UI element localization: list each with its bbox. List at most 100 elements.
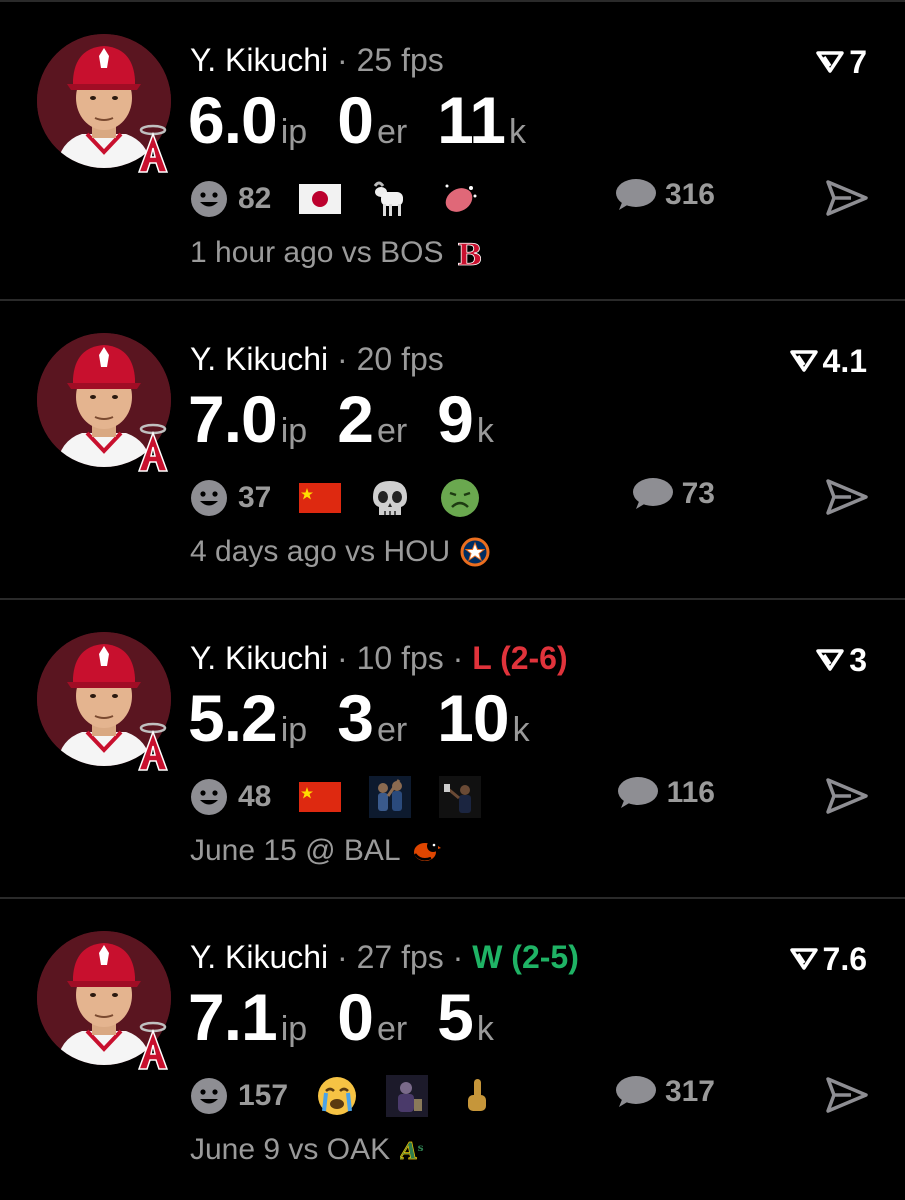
fps-label: 20 fps bbox=[356, 341, 444, 377]
athletics-logo-icon: A s bbox=[400, 1133, 430, 1167]
score-value: 7.6 bbox=[822, 941, 867, 977]
title-line: Y. Kikuchi · 25 fps bbox=[190, 40, 444, 80]
reactions-row: 37 bbox=[190, 473, 509, 523]
china-flag-icon[interactable] bbox=[299, 776, 342, 818]
skull-icon[interactable] bbox=[369, 477, 411, 519]
player-name[interactable]: Y. Kikuchi bbox=[190, 939, 328, 975]
strikeouts-unit: k bbox=[476, 1010, 494, 1048]
innings-value: 6.0 bbox=[188, 83, 278, 157]
japan-flag-icon[interactable] bbox=[299, 178, 342, 220]
reaction-count: 48 bbox=[238, 780, 272, 813]
game-result: W (2-5) bbox=[472, 939, 579, 975]
innings-unit: ip bbox=[280, 1010, 308, 1048]
player-selfie-icon[interactable] bbox=[439, 776, 482, 818]
goat-icon[interactable] bbox=[369, 178, 411, 220]
angels-logo-icon bbox=[137, 423, 169, 472]
comments-button[interactable]: 73 bbox=[630, 475, 715, 513]
reaction-count: 37 bbox=[238, 481, 272, 514]
stat-line: 7.1 ip 0 er 5 k bbox=[188, 979, 524, 1059]
game-card[interactable]: Y. Kikuchi · 20 fps 4.1 7.0 ip 2 er 9 k … bbox=[0, 299, 905, 598]
score-value: 3 bbox=[849, 642, 867, 678]
player-name[interactable]: Y. Kikuchi bbox=[190, 42, 328, 78]
smile-react-icon[interactable] bbox=[190, 778, 228, 816]
players-celebrating-icon[interactable] bbox=[369, 776, 412, 818]
game-card[interactable]: Y. Kikuchi · 10 fps · L (2-6) 3 5.2 ip 3… bbox=[0, 598, 905, 897]
strikeouts-value: 10 bbox=[437, 681, 509, 755]
game-meta: June 15 @ BAL bbox=[190, 834, 441, 868]
fps-label: 25 fps bbox=[356, 42, 444, 78]
game-time-opponent: 1 hour ago vs BOS bbox=[190, 236, 444, 269]
game-time-opponent: June 9 vs OAK bbox=[190, 1133, 391, 1166]
earned-runs-value: 0 bbox=[337, 980, 374, 1054]
comment-count: 316 bbox=[664, 178, 715, 211]
player-name[interactable]: Y. Kikuchi bbox=[190, 341, 328, 377]
comment-icon bbox=[615, 179, 656, 210]
game-meta: June 9 vs OAK A s bbox=[190, 1133, 430, 1167]
innings-value: 5.2 bbox=[188, 681, 278, 755]
separator: · bbox=[452, 640, 464, 676]
angels-logo-icon bbox=[137, 124, 169, 173]
sparkling-heart-icon[interactable] bbox=[439, 178, 481, 220]
comment-icon bbox=[615, 1076, 656, 1107]
earned-runs-value: 0 bbox=[337, 83, 374, 157]
comment-count: 317 bbox=[664, 1075, 715, 1108]
score-value: 7 bbox=[849, 44, 867, 80]
astros-logo-icon bbox=[460, 535, 490, 569]
angels-logo-icon bbox=[137, 1021, 169, 1070]
svg-text:A: A bbox=[400, 1138, 418, 1165]
game-card[interactable]: Y. Kikuchi · 25 fps 7 6.0 ip 0 er 11 k 8… bbox=[0, 0, 905, 299]
smile-react-icon[interactable] bbox=[190, 1077, 228, 1115]
earned-runs-value: 3 bbox=[337, 681, 374, 755]
china-flag-icon[interactable] bbox=[299, 477, 342, 519]
score: 7 bbox=[815, 42, 867, 82]
stat-line: 5.2 ip 3 er 10 k bbox=[188, 680, 560, 760]
score-icon bbox=[816, 51, 844, 73]
strikeouts-value: 5 bbox=[437, 980, 474, 1054]
innings-unit: ip bbox=[280, 711, 308, 749]
middle-finger-icon[interactable] bbox=[456, 1075, 498, 1117]
smile-react-icon[interactable] bbox=[190, 479, 228, 517]
svg-text:B: B bbox=[457, 238, 481, 270]
separator: · bbox=[337, 341, 348, 377]
stat-line: 7.0 ip 2 er 9 k bbox=[188, 381, 524, 461]
game-result: L (2-6) bbox=[472, 640, 568, 676]
crying-face-icon[interactable] bbox=[316, 1075, 358, 1117]
comment-icon bbox=[632, 478, 673, 509]
share-icon[interactable] bbox=[825, 178, 869, 218]
separator: · bbox=[452, 939, 464, 975]
innings-unit: ip bbox=[280, 113, 308, 151]
share-icon[interactable] bbox=[825, 776, 869, 816]
reaction-count: 157 bbox=[238, 1079, 289, 1112]
score-icon bbox=[789, 948, 818, 970]
game-card[interactable]: Y. Kikuchi · 27 fps · W (2-5) 7.6 7.1 ip… bbox=[0, 897, 905, 1196]
player-name[interactable]: Y. Kikuchi bbox=[190, 640, 328, 676]
reactions-row: 157 bbox=[190, 1071, 526, 1121]
game-meta: 4 days ago vs HOU bbox=[190, 535, 490, 569]
earned-runs-unit: er bbox=[376, 1010, 408, 1048]
comments-button[interactable]: 316 bbox=[613, 176, 715, 214]
score: 7.6 bbox=[789, 939, 867, 979]
earned-runs-unit: er bbox=[376, 113, 408, 151]
reactions-row: 48 bbox=[190, 772, 509, 822]
comments-button[interactable]: 317 bbox=[613, 1073, 715, 1111]
share-icon[interactable] bbox=[825, 1075, 869, 1115]
fps-label: 27 fps bbox=[356, 939, 444, 975]
comment-count: 73 bbox=[681, 477, 715, 510]
share-icon[interactable] bbox=[825, 477, 869, 517]
innings-unit: ip bbox=[280, 412, 308, 450]
strikeouts-value: 11 bbox=[437, 83, 506, 157]
title-line: Y. Kikuchi · 10 fps · L (2-6) bbox=[190, 638, 568, 678]
sad-person-icon[interactable] bbox=[386, 1075, 429, 1117]
comment-count: 116 bbox=[666, 776, 715, 809]
comments-button[interactable]: 116 bbox=[615, 774, 715, 812]
strikeouts-unit: k bbox=[508, 113, 526, 151]
nauseated-face-icon[interactable] bbox=[439, 477, 481, 519]
strikeouts-value: 9 bbox=[437, 382, 474, 456]
separator: · bbox=[337, 42, 348, 78]
score-icon bbox=[816, 649, 844, 671]
smile-react-icon[interactable] bbox=[190, 180, 228, 218]
score: 3 bbox=[815, 640, 867, 680]
score-value: 4.1 bbox=[822, 343, 867, 379]
innings-value: 7.0 bbox=[188, 382, 278, 456]
orioles-logo-icon bbox=[411, 834, 441, 868]
